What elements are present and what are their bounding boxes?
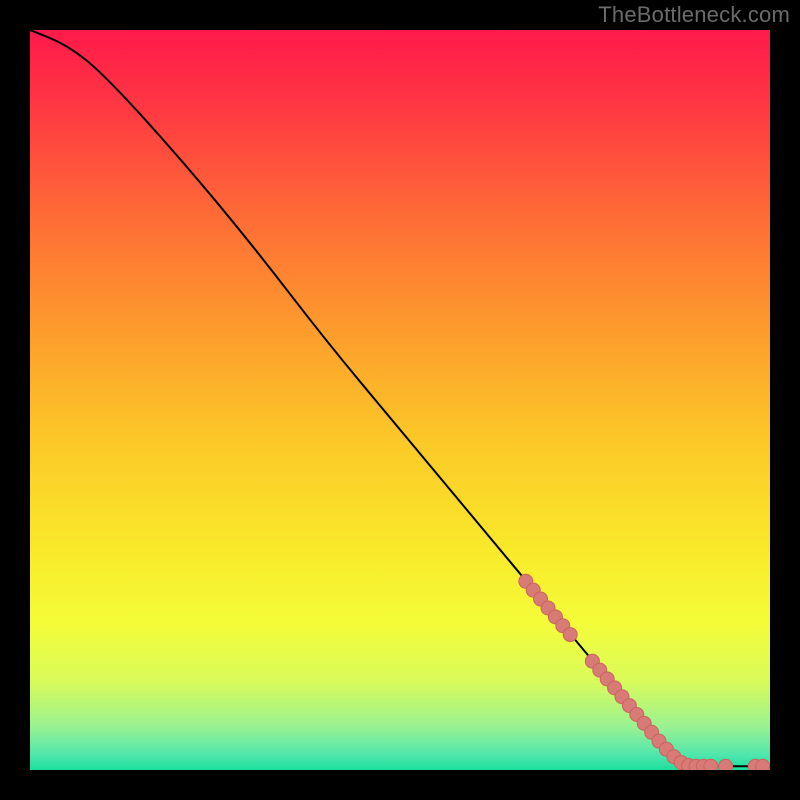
gradient-background: [30, 30, 770, 770]
plot-svg: [30, 30, 770, 770]
data-point: [704, 759, 718, 770]
data-point: [719, 759, 733, 770]
chart-page: TheBottleneck.com: [0, 0, 800, 800]
data-point: [756, 759, 770, 770]
data-point: [563, 628, 577, 642]
watermark-text: TheBottleneck.com: [598, 2, 790, 28]
plot-area: [30, 30, 770, 770]
